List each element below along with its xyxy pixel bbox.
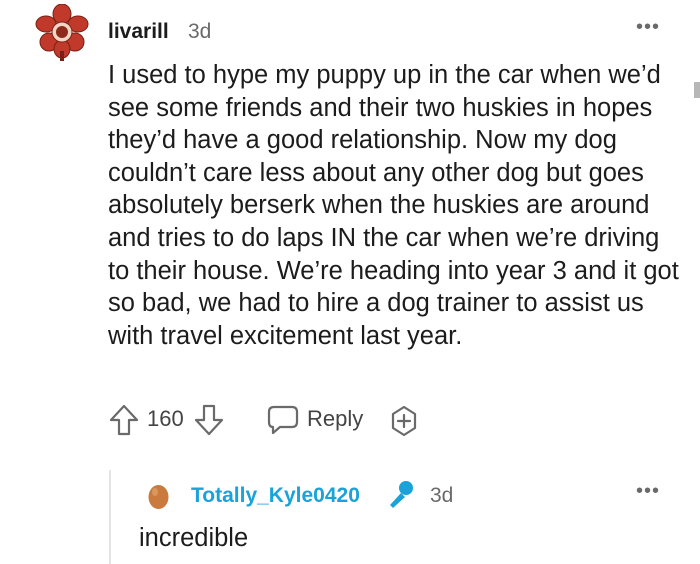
- user-avatar[interactable]: [34, 3, 90, 62]
- reply-username[interactable]: Totally_Kyle0420: [191, 484, 360, 508]
- scrollbar-thumb[interactable]: [694, 82, 700, 98]
- vote-score: 160: [147, 406, 184, 431]
- comment-body: I used to hype my puppy up in the car wh…: [108, 61, 679, 350]
- upvote-button[interactable]: [108, 403, 140, 437]
- egg-icon: [148, 485, 169, 509]
- reply-label[interactable]: Reply: [307, 406, 363, 432]
- reply-body: incredible: [139, 524, 249, 552]
- more-options-icon[interactable]: •••: [636, 16, 660, 39]
- comment-username[interactable]: livarill: [108, 20, 169, 44]
- award-plus-icon: [391, 405, 417, 437]
- arrow-down-icon: [194, 404, 224, 436]
- reply-button[interactable]: [266, 404, 300, 436]
- comment-timestamp: 3d: [188, 20, 212, 43]
- arrow-up-icon: [109, 404, 139, 436]
- downvote-button[interactable]: [193, 403, 225, 437]
- reply-timestamp: 3d: [430, 484, 454, 507]
- award-button[interactable]: [388, 404, 420, 438]
- thread-line[interactable]: [109, 470, 111, 564]
- flower-monster-icon: [35, 3, 89, 61]
- speech-bubble-icon: [267, 405, 299, 435]
- reply-user-avatar[interactable]: [145, 482, 172, 510]
- reply-more-options-icon[interactable]: •••: [636, 480, 660, 503]
- microphone-icon: [384, 478, 416, 512]
